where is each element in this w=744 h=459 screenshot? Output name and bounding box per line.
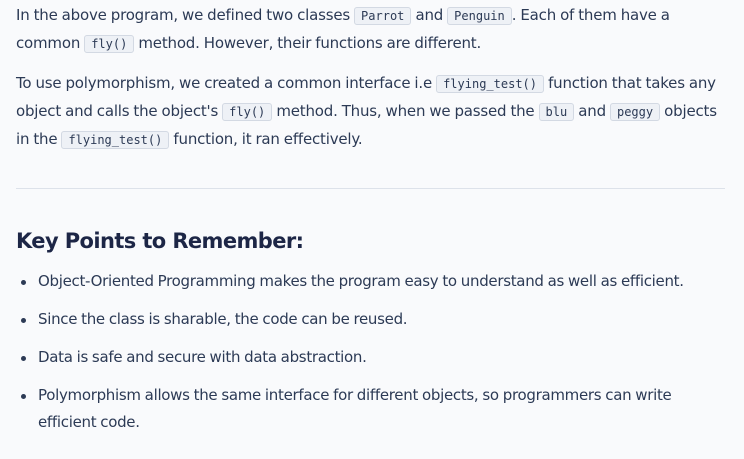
list-item-text: Polymorphism allows the same interface f… — [38, 386, 672, 431]
bullet-icon — [21, 280, 26, 285]
inline-code-blu: blu — [538, 103, 575, 121]
list-item: Data is safe and secure with data abstra… — [16, 344, 728, 371]
paragraph-text: method. However, their functions are dif… — [134, 34, 482, 52]
inline-code-peggy: peggy — [609, 103, 661, 121]
list-item-text: Data is safe and secure with data abstra… — [38, 348, 367, 366]
bullet-icon — [21, 356, 26, 361]
paragraph-text: function, it ran effectively. — [169, 130, 363, 148]
inline-code-flying-test: flying_test() — [436, 75, 544, 93]
list-item: Object-Oriented Programming makes the pr… — [16, 268, 728, 295]
paragraph-polymorphism: To use polymorphism, we created a common… — [16, 70, 728, 154]
paragraph-classes: In the above program, we defined two cla… — [16, 2, 728, 58]
paragraph-text: and — [411, 6, 448, 24]
section-divider — [16, 188, 725, 189]
key-points-heading: Key Points to Remember: — [16, 229, 304, 253]
paragraph-text: method. Thus, when we passed the — [272, 102, 539, 120]
key-points-list: Object-Oriented Programming makes the pr… — [16, 268, 728, 447]
paragraph-text: and — [574, 102, 610, 120]
list-item-text: Object-Oriented Programming makes the pr… — [38, 272, 684, 290]
paragraph-text: In the above program, we defined two cla… — [16, 6, 355, 24]
bullet-icon — [21, 394, 26, 399]
inline-code-parrot: Parrot — [354, 7, 412, 25]
paragraph-text: To use polymorphism, we created a common… — [16, 74, 437, 92]
inline-code-flying-test: flying_test() — [61, 131, 170, 149]
list-item: Polymorphism allows the same interface f… — [16, 382, 728, 436]
inline-code-fly: fly() — [84, 35, 135, 53]
list-item: Since the class is sharable, the code ca… — [16, 306, 728, 333]
bullet-icon — [21, 318, 26, 323]
inline-code-fly: fly() — [222, 103, 273, 121]
inline-code-penguin: Penguin — [447, 7, 512, 25]
list-item-text: Since the class is sharable, the code ca… — [38, 310, 408, 328]
